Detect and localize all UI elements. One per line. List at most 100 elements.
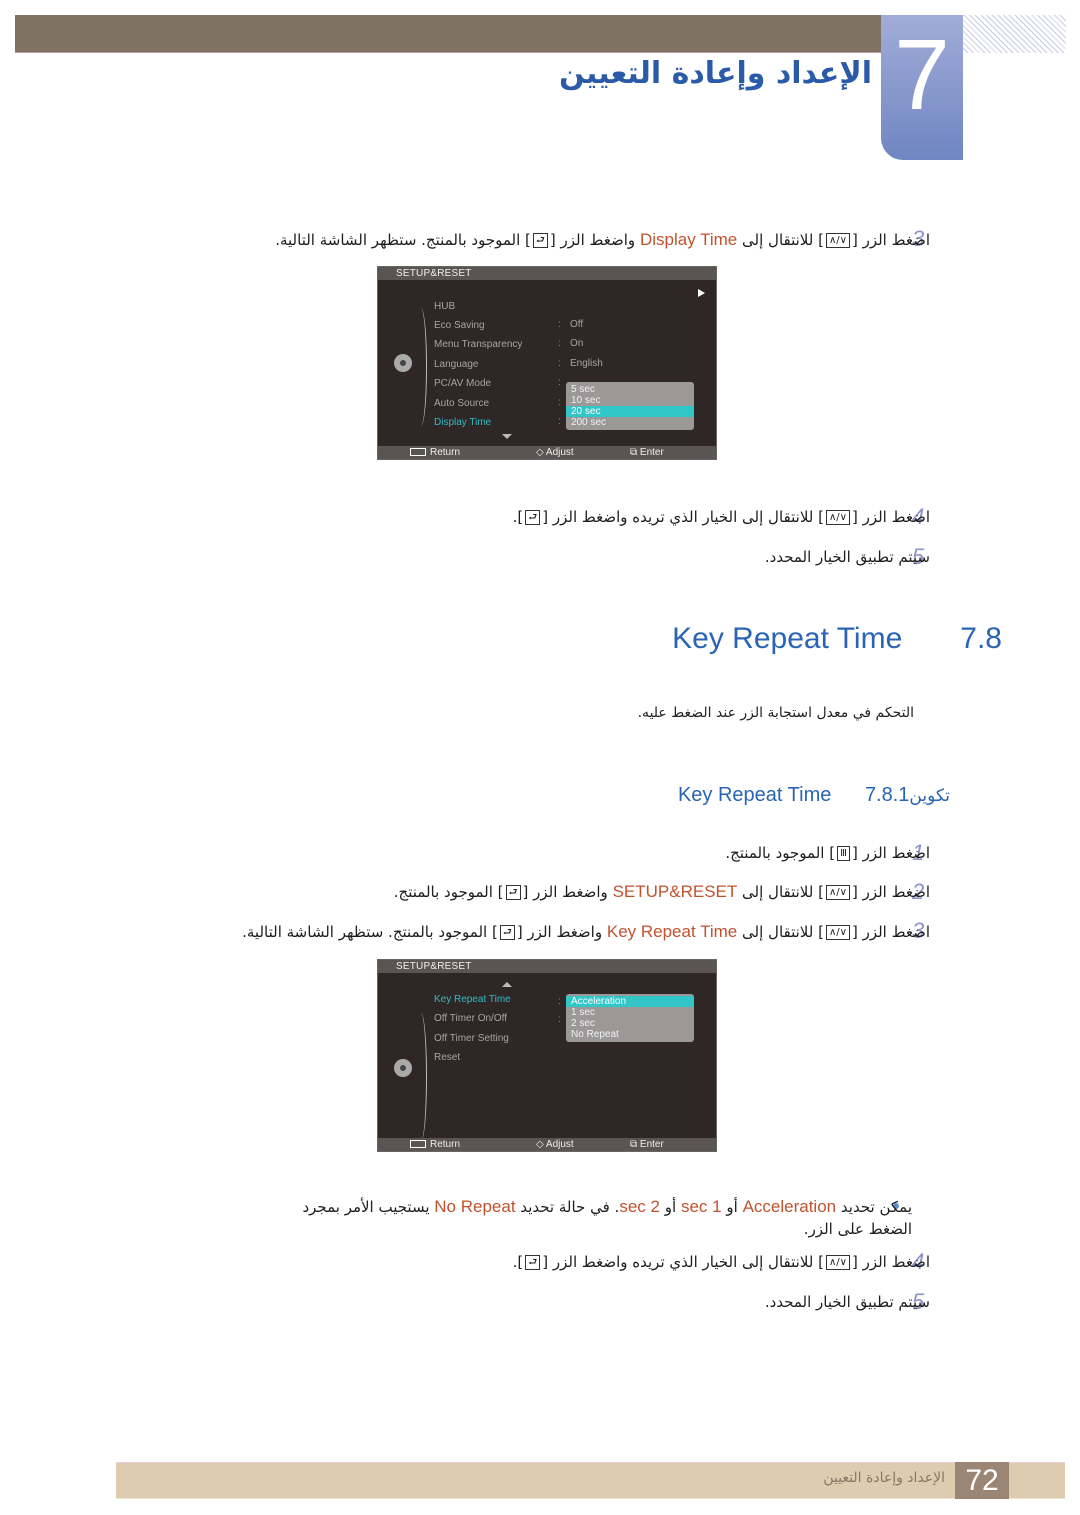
up-down-button-icon: ∧/∨ — [825, 510, 850, 525]
step-text-part: ] الموجود بالمنتج. — [725, 844, 836, 862]
adjust-label: Adjust — [545, 1139, 574, 1150]
osd-colon: : — [558, 377, 561, 388]
osd-body: Key Repeat Time : Off Timer On/Off : Off… — [378, 973, 716, 1141]
note-part: يمكن تحديد — [836, 1198, 912, 1216]
dropdown-option[interactable]: 10 sec — [566, 395, 694, 406]
note-part: . في حالة تحديد — [515, 1198, 620, 1216]
enter-icon: ⧉ — [630, 1139, 640, 1150]
down-arrow-icon — [502, 434, 512, 439]
osd-screen-key-repeat-time: SETUP&RESET Key Repeat Time : Off Timer … — [377, 959, 717, 1152]
osd-colon: : — [558, 1014, 561, 1025]
step-text: اضغط الزر [∧/∨] للانتقال إلى الخيار الذي… — [513, 1253, 930, 1271]
return-control: Return — [410, 1138, 460, 1151]
diamond-icon: ◇ — [536, 1139, 546, 1150]
section-title: Key Repeat Time — [672, 622, 903, 655]
menu-icon — [410, 1140, 426, 1149]
page-number: 72 — [955, 1462, 1009, 1499]
step-text-part: واضغط الزر [ — [549, 231, 640, 249]
step-text-part: ] للانتقال إلى الخيار الذي تريده واضغط ا… — [542, 508, 824, 526]
step-text-part: ] للانتقال إلى الخيار الذي تريده واضغط ا… — [542, 1253, 824, 1271]
enter-button-icon: ⮐ — [499, 925, 515, 940]
adjust-control: ◇ Adjust — [536, 446, 574, 459]
osd-colon: : — [558, 996, 561, 1007]
gear-icon — [394, 1059, 412, 1077]
note-part: أو — [659, 1198, 681, 1216]
step-text-part: اضغط الزر [ — [851, 231, 930, 249]
step-text-part: ] للانتقال إلى — [737, 883, 824, 901]
osd-menu-item[interactable]: Eco Saving — [434, 319, 485, 332]
dropdown-option-selected[interactable]: Acceleration — [566, 996, 694, 1007]
section-heading: Key Repeat Time 7.8 — [672, 622, 1002, 656]
section-number: 7.8 — [960, 622, 1002, 655]
chapter-header-band — [15, 15, 881, 53]
note-part: أو — [721, 1198, 743, 1216]
step-text: سيتم تطبيق الخيار المحدد. — [764, 1293, 930, 1311]
osd-dropdown: Acceleration 1 sec 2 sec No Repeat — [566, 994, 694, 1042]
osd-menu-item-active[interactable]: Display Time — [434, 416, 491, 429]
osd-title: SETUP&RESET — [378, 960, 716, 973]
dropdown-option-selected[interactable]: 20 sec — [566, 406, 694, 417]
dropdown-option[interactable]: No Repeat — [566, 1029, 694, 1040]
highlight-term: Display Time — [639, 230, 738, 249]
subsection-heading: Key Repeat Time تكوين7.8.1 — [678, 784, 950, 807]
highlight-term: 1 sec — [680, 1197, 722, 1216]
osd-colon: : — [558, 397, 561, 408]
highlight-term: No Repeat — [434, 1197, 516, 1216]
step-text: اضغط الزر [∧/∨] للانتقال إلى Key Repeat … — [242, 922, 930, 942]
section-description: التحكم في معدل استجابة الزر عند الضغط عل… — [637, 705, 914, 721]
osd-menu-item[interactable]: PC/AV Mode — [434, 377, 491, 390]
osd-screen-display-time: SETUP&RESET HUB Eco Saving : Off Menu Tr… — [377, 266, 717, 460]
step-text-part: ]. — [512, 508, 524, 526]
dropdown-option[interactable]: 200 sec — [566, 417, 694, 428]
step-text-part: واضغط الزر [ — [516, 923, 607, 941]
up-down-button-icon: ∧/∨ — [825, 925, 850, 940]
adjust-label: Adjust — [545, 447, 574, 458]
enter-label: Enter — [639, 447, 664, 458]
step-text-part: اضغط الزر [ — [851, 883, 930, 901]
osd-menu-item[interactable]: HUB — [434, 300, 455, 313]
osd-title: SETUP&RESET — [378, 267, 716, 280]
dropdown-option[interactable]: 2 sec — [566, 1018, 694, 1029]
osd-footer: Return ◇ Adjust ⧉ Enter — [378, 446, 716, 459]
enter-icon: ⧉ — [630, 447, 640, 458]
gear-icon — [394, 354, 412, 372]
return-label: Return — [430, 447, 461, 458]
step-text-part: ] للانتقال إلى — [737, 923, 824, 941]
subsection-number: 7.8.1 — [864, 784, 910, 806]
osd-menu-item[interactable]: Off Timer Setting — [434, 1032, 509, 1045]
osd-dropdown: 5 sec 10 sec 20 sec 200 sec — [566, 382, 694, 430]
step-text-part: واضغط الزر [ — [522, 883, 613, 901]
dropdown-option[interactable]: 1 sec — [566, 1007, 694, 1018]
return-control: Return — [410, 446, 460, 459]
note-text: يمكن تحديد Acceleration أو 1 sec أو 2 se… — [272, 1196, 912, 1240]
osd-colon: : — [558, 416, 561, 427]
osd-menu-item[interactable]: Off Timer On/Off — [434, 1012, 507, 1025]
osd-value: On — [570, 338, 584, 349]
enter-control: ⧉ Enter — [630, 1138, 664, 1151]
osd-colon: : — [558, 319, 561, 330]
step-text-part: اضغط الزر [ — [851, 923, 930, 941]
dropdown-option[interactable]: 5 sec — [566, 384, 694, 395]
step-text: اضغط الزر [Ⅲ] الموجود بالمنتج. — [725, 844, 930, 862]
osd-menu-item-active[interactable]: Key Repeat Time — [434, 993, 511, 1006]
chapter-number: 7 — [894, 19, 950, 131]
osd-menu-item[interactable]: Auto Source — [434, 397, 489, 410]
step-text-part: اضغط الزر [ — [851, 508, 930, 526]
step-text-part: اضغط الزر [ — [851, 1253, 930, 1271]
highlight-term: Acceleration — [742, 1197, 837, 1216]
return-label: Return — [430, 1139, 461, 1150]
header-hatch-decoration — [963, 15, 1066, 53]
osd-menu-item[interactable]: Language — [434, 358, 479, 371]
highlight-term: 2 sec — [619, 1197, 660, 1216]
highlight-term: SETUP&RESET — [612, 882, 738, 901]
step-text-part: ] الموجود بالمنتج. ستظهر الشاشة التالية. — [275, 231, 531, 249]
dial-arc-decoration — [415, 1013, 427, 1141]
highlight-term: Key Repeat Time — [606, 922, 738, 941]
osd-menu-item[interactable]: Menu Transparency — [434, 338, 522, 351]
right-arrow-icon — [698, 289, 705, 297]
step-text: اضغط الزر [∧/∨] للانتقال إلى الخيار الذي… — [513, 508, 930, 526]
subsection-title-en: Key Repeat Time — [677, 784, 832, 806]
osd-menu-item[interactable]: Reset — [434, 1051, 460, 1064]
up-down-button-icon: ∧/∨ — [825, 1255, 850, 1270]
chapter-title: الإعداد وإعادة التعيين — [558, 56, 872, 91]
